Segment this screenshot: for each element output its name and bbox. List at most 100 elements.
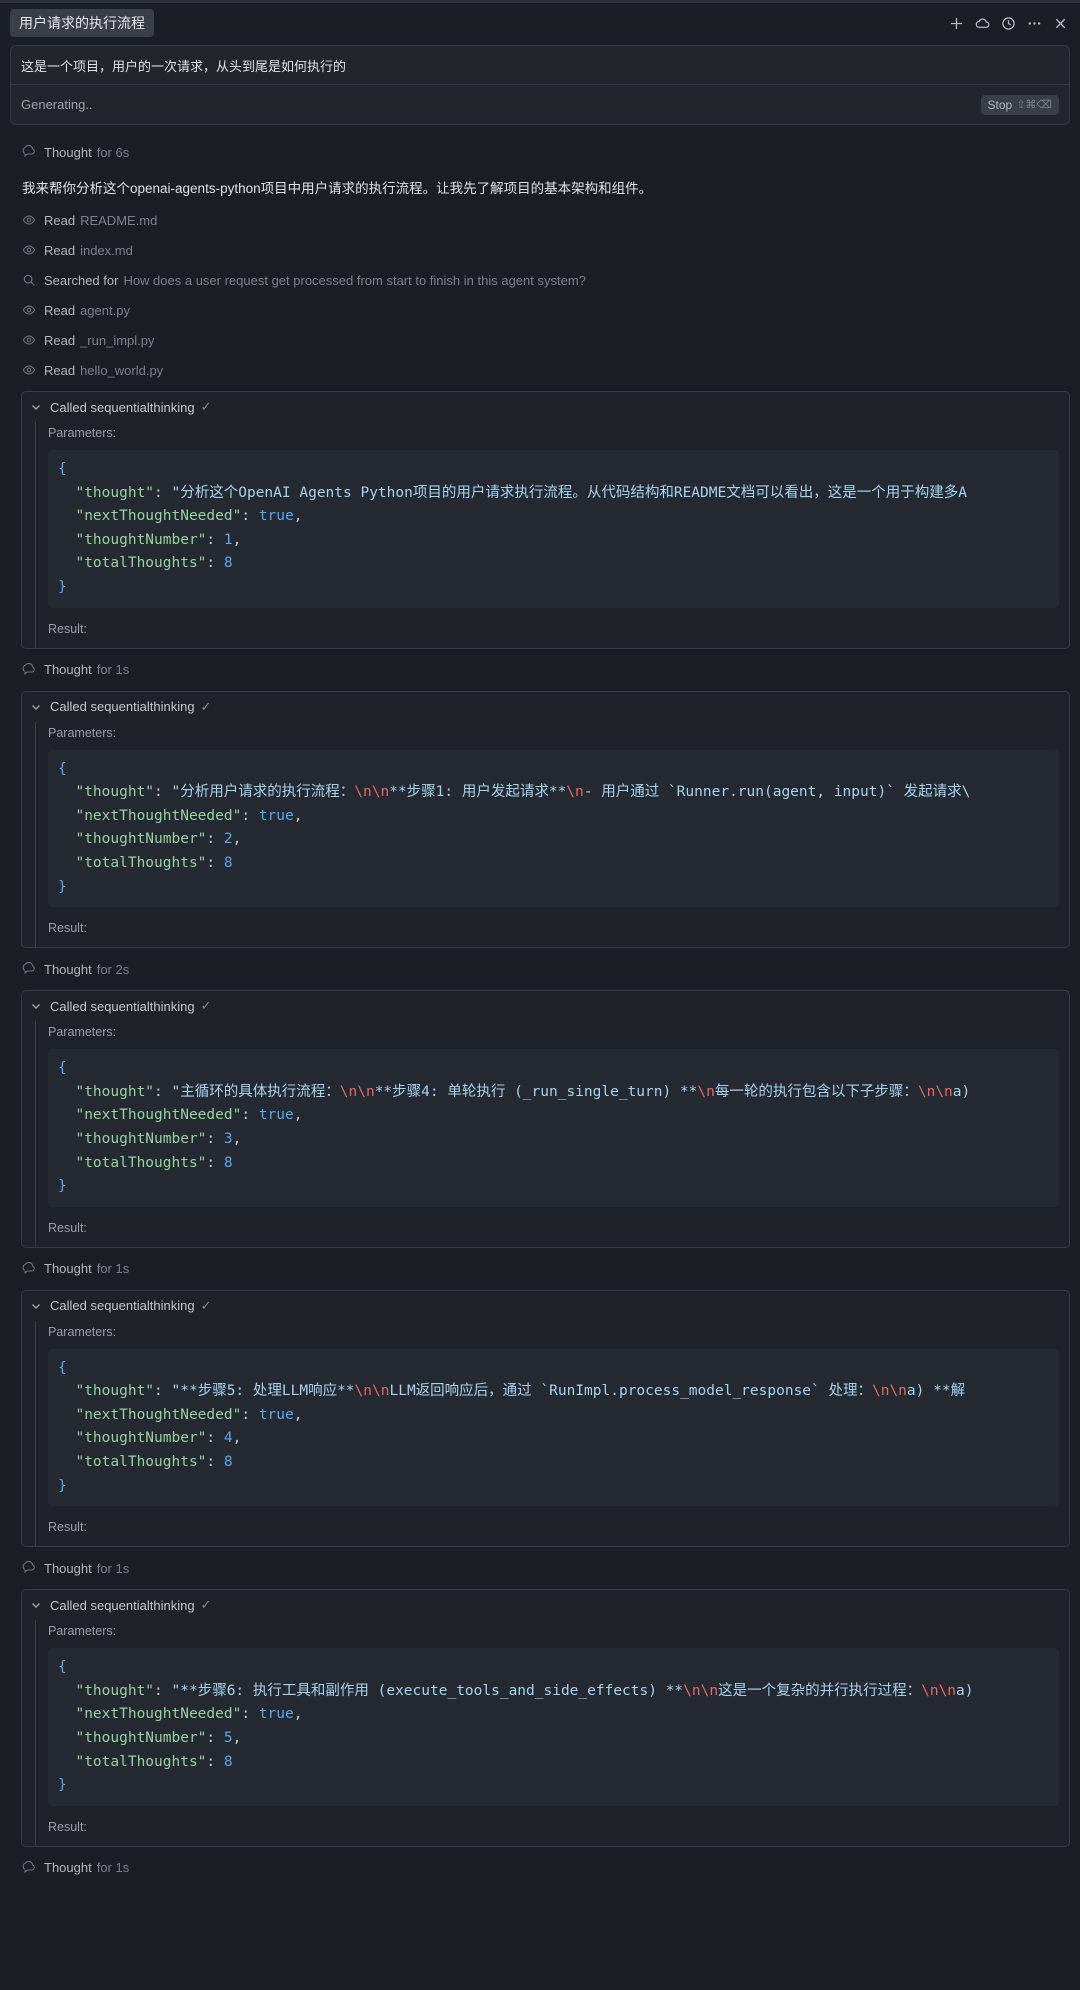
tool-call-label: Called sequentialthinking — [50, 399, 195, 415]
tool-call-header[interactable]: Called sequentialthinking ✓ — [22, 1291, 1069, 1321]
check-icon: ✓ — [200, 998, 212, 1014]
tool-call-body: Parameters: { "thought": "分析用户请求的执行流程：\n\… — [35, 721, 1069, 948]
thought-line[interactable]: Thought for 1s — [10, 1553, 1070, 1583]
thought-line[interactable]: Thought for 1s — [10, 1254, 1070, 1284]
prompt-box: 这是一个项目，用户的一次请求，从头到尾是如何执行的 Generating.. S… — [10, 45, 1070, 125]
chevron-down-icon[interactable] — [30, 701, 42, 713]
thought-icon — [22, 662, 36, 677]
chevron-down-icon[interactable] — [30, 1000, 42, 1012]
tool-call-header[interactable]: Called sequentialthinking ✓ — [22, 392, 1069, 422]
parameters-code: { "thought": "**步骤5: 处理LLM响应**\n\nLLM返回响… — [48, 1348, 1059, 1507]
code-line: "totalThoughts": 8 — [75, 1154, 233, 1171]
tool-call-card: Called sequentialthinking ✓ Parameters: { "… — [21, 690, 1070, 949]
step-read-run-impl[interactable]: Read _run_impl.py — [10, 325, 1070, 355]
check-icon: ✓ — [200, 1597, 212, 1613]
tool-call-label: Called sequentialthinking — [50, 699, 195, 715]
thought-number-value: 1 — [223, 531, 233, 548]
code-line: "thought": "**步骤6: 执行工具和副作用 (execute_too… — [75, 1682, 974, 1699]
new-chat-icon[interactable] — [946, 13, 966, 33]
tool-call-header[interactable]: Called sequentialthinking ✓ — [22, 692, 1069, 722]
code-line: } — [58, 878, 67, 895]
thought-value: "分析这个OpenAI Agents Python项目的用户请求执行流程。从代码… — [171, 484, 967, 501]
parameters-label: Parameters: — [48, 1025, 117, 1040]
header-actions — [946, 13, 1070, 33]
check-icon: ✓ — [200, 399, 212, 414]
check-icon: ✓ — [200, 1297, 212, 1313]
eye-icon — [22, 333, 36, 347]
cloud-icon[interactable] — [972, 13, 992, 33]
code-line: { — [58, 1060, 67, 1077]
prompt-input[interactable]: 这是一个项目，用户的一次请求，从头到尾是如何执行的 — [11, 46, 1069, 85]
code-line: "totalThoughts": 8 — [75, 1753, 233, 1770]
eye-icon — [22, 243, 36, 257]
thought-verb: Thought — [44, 1261, 92, 1277]
next-needed-value: true — [258, 508, 294, 525]
parameters-code: { "thought": "**步骤6: 执行工具和副作用 (execute_t… — [48, 1648, 1059, 1806]
code-line: "totalThoughts": 8 — [75, 854, 233, 871]
tool-call-card: Called sequentialthinking ✓ Parameters: { "… — [21, 1289, 1070, 1548]
more-icon[interactable] — [1024, 13, 1044, 33]
step-read-hello-world[interactable]: Read hello_world.py — [10, 355, 1070, 385]
thought-verb: Thought — [44, 144, 92, 160]
thought-duration: for 2s — [96, 961, 130, 977]
tool-call-header[interactable]: Called sequentialthinking ✓ — [22, 991, 1069, 1021]
code-line: } — [58, 1777, 67, 1794]
chevron-down-icon[interactable] — [30, 1599, 42, 1611]
code-line: "totalThoughts": 8 — [75, 1454, 233, 1471]
eye-icon — [22, 363, 36, 377]
tool-call-header[interactable]: Called sequentialthinking ✓ — [22, 1590, 1069, 1620]
step-target: agent.py — [80, 302, 130, 318]
tool-call-label: Called sequentialthinking — [50, 1298, 195, 1314]
total-thoughts-value: 8 — [223, 854, 233, 871]
total-thoughts-value: 8 — [223, 1753, 233, 1770]
close-icon[interactable] — [1050, 13, 1070, 33]
code-line: "thought": "分析用户请求的执行流程：\n\n**步骤1: 用户发起请… — [75, 784, 971, 801]
code-line: "thoughtNumber": 5, — [75, 1730, 242, 1747]
tool-call-body: Parameters: { "thought": "**步骤6: 执行工具和副作用… — [35, 1620, 1069, 1846]
code-line: "thought": "**步骤5: 处理LLM响应**\n\nLLM返回响应后… — [75, 1383, 966, 1400]
assistant-message: 我来帮你分析这个openai-agents-python项目中用户请求的执行流程… — [22, 181, 653, 196]
step-read-index[interactable]: Read index.md — [10, 235, 1070, 265]
thought-number-value: 3 — [223, 1130, 233, 1147]
tool-call-body: Parameters: { "thought": "分析这个OpenAI Agen… — [35, 422, 1069, 648]
thought-icon — [22, 145, 36, 159]
eye-icon — [22, 303, 36, 317]
thought-line[interactable]: Thought for 6s — [10, 137, 1070, 167]
thought-icon — [22, 1261, 36, 1276]
code-line: { — [58, 461, 67, 477]
code-line: "nextThoughtNeeded": true, — [75, 1107, 303, 1124]
thought-value: "**步骤5: 处理LLM响应**\n\nLLM返回响应后，通过 `RunImp… — [171, 1383, 966, 1400]
parameters-label: Parameters: — [48, 1624, 117, 1639]
result-label: Result: — [48, 1819, 87, 1834]
thought-line[interactable]: Thought for 1s — [10, 1853, 1070, 1883]
history-icon[interactable] — [998, 13, 1018, 33]
parameters-label: Parameters: — [48, 725, 117, 740]
step-read-agent[interactable]: Read agent.py — [10, 295, 1070, 325]
thought-verb: Thought — [44, 961, 92, 977]
step-search[interactable]: Searched for How does a user request get… — [10, 265, 1070, 295]
thought-icon — [22, 962, 36, 976]
parameters-code: { "thought": "主循环的具体执行流程：\n\n**步骤4: 单轮执行… — [48, 1049, 1059, 1207]
generating-status: Generating.. — [21, 97, 93, 112]
thought-line[interactable]: Thought for 1s — [10, 655, 1070, 685]
chat-header: 用户请求的执行流程 — [0, 3, 1080, 43]
code-line: "thought": "分析这个OpenAI Agents Python项目的用… — [75, 484, 967, 501]
conversation-title[interactable]: 用户请求的执行流程 — [10, 9, 154, 37]
step-target: _run_impl.py — [80, 332, 155, 348]
code-line: } — [58, 578, 67, 595]
total-thoughts-value: 8 — [223, 1454, 233, 1471]
step-read-readme[interactable]: Read README.md — [10, 205, 1070, 235]
step-verb: Read — [44, 362, 76, 378]
step-list: Read README.md Read index.md Searched fo… — [10, 205, 1070, 385]
next-needed-value: true — [258, 1706, 294, 1723]
next-needed-value: true — [258, 807, 294, 824]
tool-call-label: Called sequentialthinking — [50, 1597, 195, 1613]
chevron-down-icon[interactable] — [30, 401, 42, 413]
chevron-down-icon[interactable] — [30, 1300, 42, 1312]
thought-line[interactable]: Thought for 2s — [10, 954, 1070, 984]
stop-button[interactable]: Stop ⇧⌘⌫ — [980, 94, 1059, 115]
code-line: "thought": "主循环的具体执行流程：\n\n**步骤4: 单轮执行 (… — [75, 1083, 971, 1100]
tool-call-card: Called sequentialthinking ✓ Parameters: { "… — [21, 990, 1070, 1248]
code-line: "thoughtNumber": 3, — [75, 1130, 242, 1147]
thought-number-value: 2 — [223, 831, 233, 848]
